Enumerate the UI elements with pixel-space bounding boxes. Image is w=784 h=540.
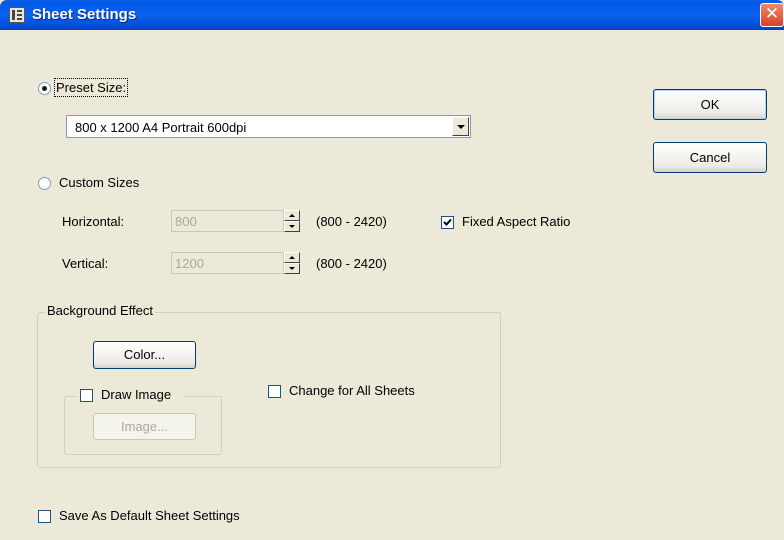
- spin-down-icon[interactable]: [284, 263, 300, 274]
- close-button[interactable]: ✕: [760, 3, 784, 27]
- preset-size-label: Preset Size:: [53, 78, 129, 97]
- title-bar: Sheet Settings ✕: [0, 0, 784, 30]
- horizontal-input[interactable]: 800: [171, 210, 284, 232]
- draw-image-label: Draw Image: [101, 387, 172, 402]
- vertical-value: 1200: [175, 256, 204, 271]
- vertical-spinner[interactable]: [284, 252, 300, 274]
- horizontal-label: Horizontal:: [62, 214, 125, 229]
- cancel-button[interactable]: Cancel: [653, 142, 767, 173]
- change-for-all-sheets-checkbox[interactable]: [268, 385, 281, 398]
- horizontal-value: 800: [175, 214, 197, 229]
- image-button[interactable]: Image...: [93, 413, 196, 440]
- vertical-label: Vertical:: [62, 256, 109, 271]
- ok-button[interactable]: OK: [653, 89, 767, 120]
- close-icon: ✕: [764, 4, 780, 24]
- window-title: Sheet Settings: [32, 6, 137, 23]
- color-button[interactable]: Color...: [93, 341, 196, 369]
- spin-up-icon[interactable]: [284, 210, 300, 221]
- checkmark-icon: [443, 218, 452, 226]
- change-for-all-sheets-label: Change for All Sheets: [289, 383, 415, 398]
- image-button-label: Image...: [121, 419, 168, 434]
- ok-button-label: OK: [700, 97, 720, 112]
- horizontal-range: (800 - 2420): [316, 214, 387, 229]
- chevron-down-icon[interactable]: [452, 117, 469, 136]
- custom-sizes-label: Custom Sizes: [59, 175, 140, 190]
- spin-down-icon[interactable]: [284, 221, 300, 232]
- fixed-aspect-ratio-checkbox[interactable]: [441, 216, 454, 229]
- color-button-label: Color...: [123, 347, 166, 362]
- draw-image-checkbox[interactable]: [80, 389, 93, 402]
- preset-size-dropdown-value: 800 x 1200 A4 Portrait 600dpi: [75, 120, 247, 135]
- vertical-range: (800 - 2420): [316, 256, 387, 271]
- background-effect-legend: Background Effect: [45, 303, 155, 318]
- vertical-input[interactable]: 1200: [171, 252, 284, 274]
- save-as-default-label: Save As Default Sheet Settings: [59, 508, 240, 523]
- spin-up-icon[interactable]: [284, 252, 300, 263]
- preset-size-dropdown[interactable]: 800 x 1200 A4 Portrait 600dpi: [66, 115, 471, 138]
- preset-size-radio[interactable]: [38, 82, 51, 95]
- sheet-settings-app-icon: [9, 7, 25, 23]
- save-as-default-checkbox[interactable]: [38, 510, 51, 523]
- cancel-button-label: Cancel: [689, 150, 731, 165]
- custom-sizes-radio[interactable]: [38, 177, 51, 190]
- fixed-aspect-ratio-label: Fixed Aspect Ratio: [462, 214, 571, 229]
- horizontal-spinner[interactable]: [284, 210, 300, 232]
